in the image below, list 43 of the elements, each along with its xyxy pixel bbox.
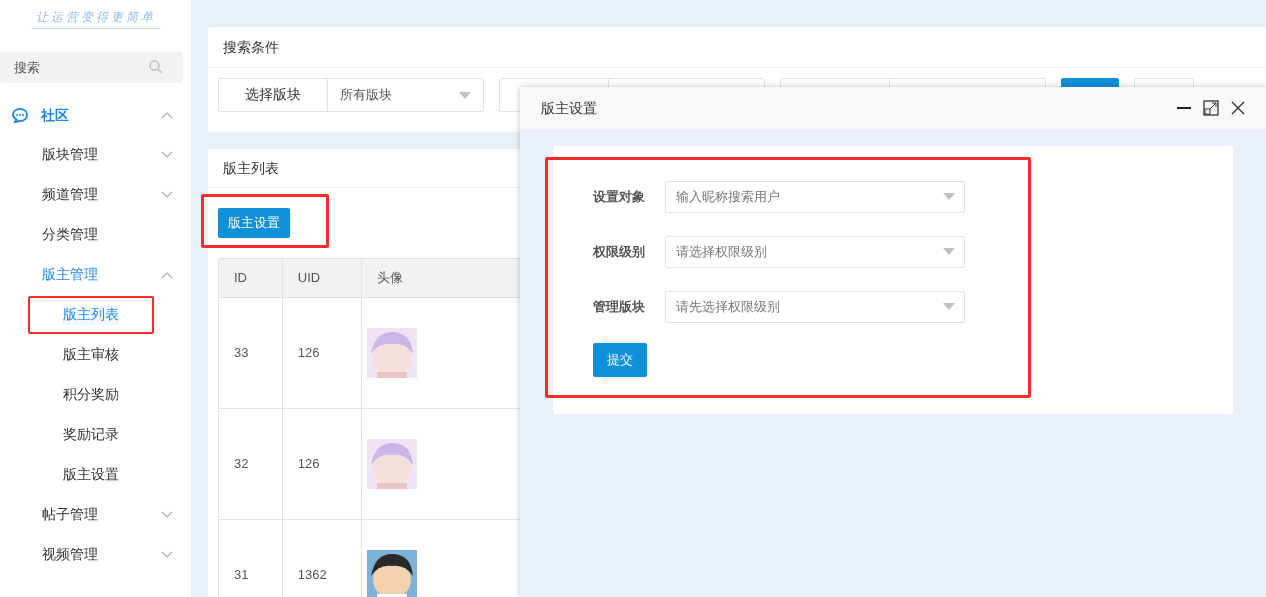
- nav-item[interactable]: 积分奖励: [63, 384, 119, 406]
- nav-item[interactable]: 版块管理: [42, 144, 98, 166]
- nav-item[interactable]: 社区: [41, 104, 69, 126]
- maximize-icon[interactable]: [1203, 100, 1219, 116]
- close-icon[interactable]: [1231, 101, 1245, 115]
- nav-item[interactable]: 版主设置: [63, 464, 119, 486]
- chevron-down-icon: [161, 151, 173, 159]
- nav-item[interactable]: 分类管理: [42, 224, 98, 246]
- chevron-up-icon: [161, 111, 173, 119]
- table-cell: 31: [218, 519, 283, 597]
- select-field[interactable]: 请先选择权限级别: [665, 291, 965, 323]
- nav-item[interactable]: 频道管理: [42, 184, 98, 206]
- select-field[interactable]: 请选择权限级别: [665, 236, 965, 268]
- logo: 让运营变得更简单: [35, 9, 156, 26]
- dialog-title: 版主设置: [541, 98, 597, 118]
- chevron-up-icon: [161, 271, 173, 279]
- chevron-down-icon: [161, 551, 173, 559]
- table-cell: 126: [282, 408, 362, 520]
- chevron-down-icon: [161, 191, 173, 199]
- table-cell: 32: [218, 408, 283, 520]
- nav-item[interactable]: 版主审核: [63, 344, 119, 366]
- nav-item[interactable]: 版主列表: [63, 304, 119, 326]
- field-label: 管理版块: [593, 298, 646, 317]
- nav-item[interactable]: 版主管理: [42, 264, 98, 286]
- chat-bubble-icon: [12, 107, 28, 123]
- field-label: 权限级别: [593, 243, 646, 262]
- nav-item[interactable]: 视频管理: [42, 544, 98, 566]
- search-icon: [149, 60, 163, 74]
- panel-title: 版主列表: [223, 158, 279, 178]
- table-cell: 126: [282, 297, 362, 409]
- column-header: ID: [218, 258, 283, 298]
- field-label: 设置对象: [593, 188, 646, 207]
- table-cell: 33: [218, 297, 283, 409]
- select-field[interactable]: 输入昵称搜索用户: [665, 181, 965, 213]
- chevron-down-icon: [161, 511, 173, 519]
- nav-item[interactable]: 帖子管理: [42, 504, 98, 526]
- column-header: UID: [282, 258, 362, 298]
- caret-icon: [943, 303, 955, 310]
- nav-item[interactable]: 奖励记录: [63, 424, 119, 446]
- caret-icon: [943, 193, 955, 200]
- search-field[interactable]: 搜索: [0, 52, 183, 83]
- panel-title: 搜索条件: [223, 37, 279, 57]
- caret-icon: [943, 248, 955, 255]
